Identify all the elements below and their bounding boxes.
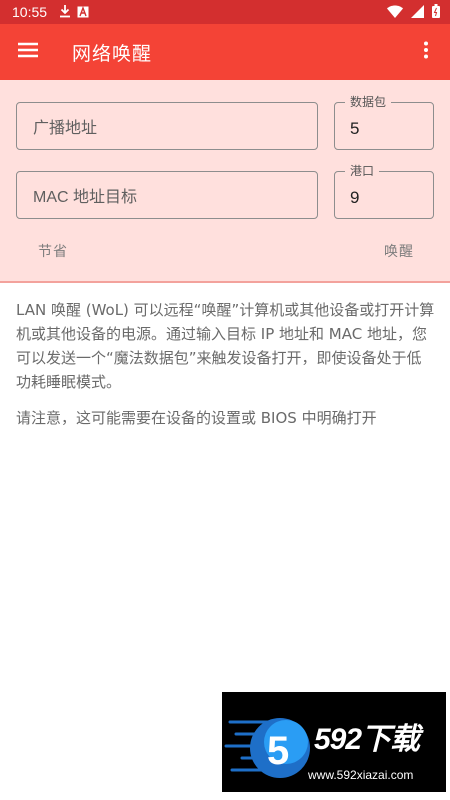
save-button[interactable]: 节省 xyxy=(38,241,68,261)
status-time: 10:55 xyxy=(12,4,48,20)
app-bar: 网络唤醒 xyxy=(0,24,450,80)
port-field[interactable]: 港口 9 xyxy=(334,163,434,219)
packets-field[interactable]: 数据包 5 xyxy=(334,94,434,150)
more-vert-icon xyxy=(423,41,429,63)
watermark-logo: 5 592下载 www.592xiazai.com xyxy=(222,692,446,792)
description: LAN 唤醒 (WoL) 可以远程“唤醒”计算机或其他设备或打开计算机或其他设备… xyxy=(16,298,436,442)
more-options-button[interactable] xyxy=(402,24,450,80)
watermark-url: www.592xiazai.com xyxy=(308,768,414,782)
download-icon xyxy=(59,3,71,22)
packets-value: 5 xyxy=(350,119,360,138)
menu-icon xyxy=(18,42,38,62)
mac-address-placeholder: MAC 地址目标 xyxy=(33,189,138,206)
svg-text:5: 5 xyxy=(267,729,289,773)
description-paragraph-2: 请注意，这可能需要在设备的设置或 BIOS 中明确打开 xyxy=(16,409,377,427)
menu-button[interactable] xyxy=(0,24,56,80)
battery-icon xyxy=(432,3,440,22)
mac-address-field[interactable]: MAC 地址目标 xyxy=(16,171,318,219)
wol-form-panel: 广播地址 数据包 5 MAC 地址目标 港口 9 节省 唤醒 xyxy=(0,80,450,283)
port-value: 9 xyxy=(350,188,360,207)
description-paragraph-1: LAN 唤醒 (WoL) 可以远程“唤醒”计算机或其他设备或打开计算机或其他设备… xyxy=(16,301,435,391)
wake-button[interactable]: 唤醒 xyxy=(384,241,414,261)
notification-a-icon xyxy=(77,3,89,22)
broadcast-address-field[interactable]: 广播地址 xyxy=(16,102,318,150)
watermark-brand: 592下载 xyxy=(314,723,420,756)
app-title: 网络唤醒 xyxy=(72,42,153,65)
broadcast-address-placeholder: 广播地址 xyxy=(33,120,98,137)
signal-icon xyxy=(411,3,424,22)
status-bar: 10:55 xyxy=(0,0,450,24)
wifi-icon xyxy=(387,3,403,22)
